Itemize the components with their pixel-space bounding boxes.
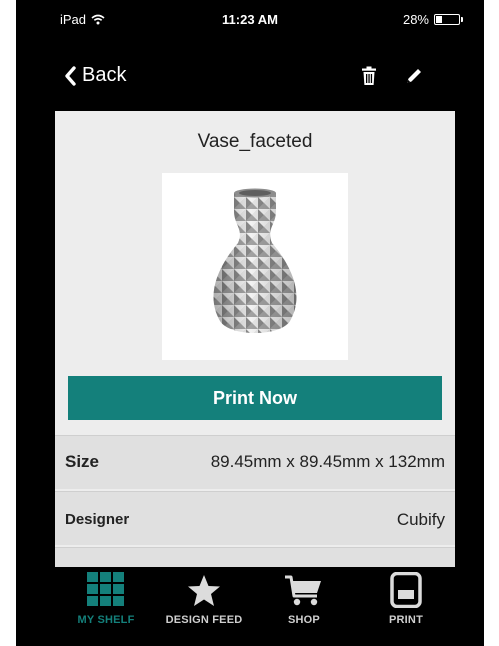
designer-label: Designer	[65, 511, 130, 528]
item-detail-card: Vase_faceted Print Now Size 89.45mm x 89…	[55, 111, 455, 567]
battery-fill	[436, 16, 442, 23]
vase-image	[213, 188, 297, 333]
device-screen: iPad 11:23 AM 28% Back Vase_faceted Prin…	[16, 0, 484, 646]
trash-icon[interactable]	[361, 66, 377, 86]
size-label: Size	[65, 452, 100, 471]
printer-icon	[390, 572, 422, 608]
battery-percent: 28%	[402, 12, 429, 27]
tab-label: SHOP	[288, 614, 320, 626]
back-label: Back	[82, 64, 127, 86]
tab-label: DESIGN FEED	[165, 614, 243, 626]
print-now-button[interactable]: Print Now	[68, 376, 442, 420]
battery-group: 28%	[402, 12, 463, 27]
designer-value: Cubify	[396, 510, 445, 529]
nav-bar: Back	[16, 62, 484, 98]
size-value: 89.45mm x 89.45mm x 132mm	[210, 452, 445, 471]
back-button[interactable]: Back	[64, 64, 126, 87]
next-detail-row	[55, 547, 455, 567]
status-bar: iPad 11:23 AM 28%	[16, 0, 484, 34]
designer-row: Designer Cubify	[55, 491, 455, 545]
tab-my-shelf[interactable]: MY SHELF	[64, 572, 148, 632]
cart-icon	[285, 575, 321, 606]
star-icon	[188, 575, 220, 606]
size-row: Size 89.45mm x 89.45mm x 132mm	[55, 435, 455, 489]
battery-icon	[434, 14, 463, 25]
chevron-left-icon	[65, 65, 76, 86]
tab-label: MY SHELF	[77, 614, 135, 626]
grid-icon	[87, 572, 124, 606]
item-image	[162, 173, 348, 360]
tab-shop[interactable]: SHOP	[268, 572, 340, 632]
tab-bar: MY SHELF DESIGN FEED SHOP PRINT	[16, 572, 484, 646]
item-title: Vase_faceted	[197, 131, 313, 152]
tab-label: PRINT	[389, 614, 423, 626]
pencil-icon[interactable]	[404, 66, 424, 86]
tab-print[interactable]: PRINT	[366, 572, 446, 632]
tab-design-feed[interactable]: DESIGN FEED	[156, 572, 252, 632]
